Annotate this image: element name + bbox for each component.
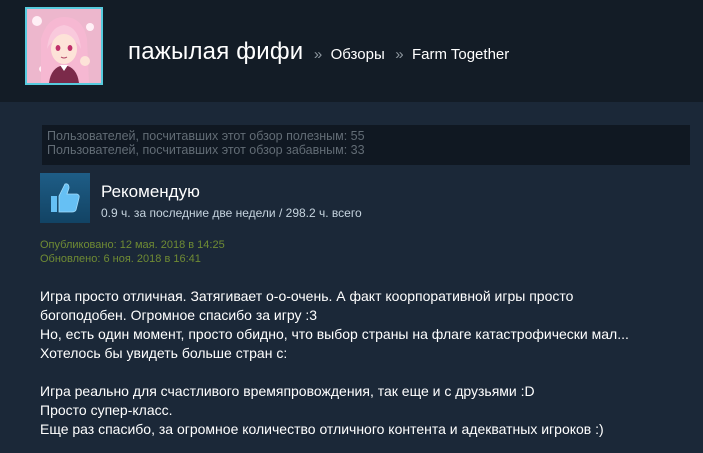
recommendation-thumb: [40, 173, 90, 223]
review-line: Еще раз спасибо, за огромное количество …: [40, 421, 604, 437]
recommendation-verdict: Рекомендую: [101, 182, 200, 201]
funny-count: Пользователей, посчитавших этот обзор за…: [47, 143, 365, 157]
avatar[interactable]: [27, 9, 101, 83]
helpful-count: Пользователей, посчитавших этот обзор по…: [47, 129, 365, 143]
review-dates: Опубликовано: 12 мая. 2018 в 14:25 Обнов…: [40, 238, 225, 266]
review-line: Но, есть один момент, просто обидно, что…: [40, 326, 629, 342]
profile-header: пажылая фифи » Обзоры » Farm Together: [0, 0, 703, 102]
avatar-frame[interactable]: [25, 7, 103, 85]
playtime-hours: 0.9 ч. за последние две недели / 298.2 ч…: [101, 206, 362, 220]
thumbs-up-icon: [51, 183, 80, 213]
review-line: Игра просто отличная. Затягивает о-о-оче…: [40, 288, 574, 304]
review-line: Хотелось бы увидеть больше стран с:: [40, 345, 288, 361]
review-blank-line: [40, 363, 690, 382]
updated-date: Обновлено: 6 ноя. 2018 в 16:41: [40, 253, 201, 265]
breadcrumb: пажылая фифи » Обзоры » Farm Together: [128, 38, 509, 66]
posted-date: Опубликовано: 12 мая. 2018 в 14:25: [40, 239, 225, 251]
breadcrumb-separator: »: [313, 46, 323, 63]
review-line: богоподобен. Огромное спасибо за игру :3: [40, 307, 318, 323]
review-page: пажылая фифи » Обзоры » Farm Together По…: [0, 0, 703, 453]
game-link[interactable]: Farm Together: [412, 46, 509, 63]
breadcrumb-separator: »: [395, 46, 404, 63]
profile-name-link[interactable]: пажылая фифи: [128, 38, 303, 65]
review-line: Просто супер-класс.: [40, 402, 173, 418]
vote-summary: Пользователей, посчитавших этот обзор по…: [42, 125, 690, 165]
review-body: Игра просто отличная. Затягивает о-о-оче…: [40, 287, 690, 439]
review-line: Игра реально для счастливого времяпровож…: [40, 383, 535, 399]
reviews-link[interactable]: Обзоры: [331, 46, 385, 63]
